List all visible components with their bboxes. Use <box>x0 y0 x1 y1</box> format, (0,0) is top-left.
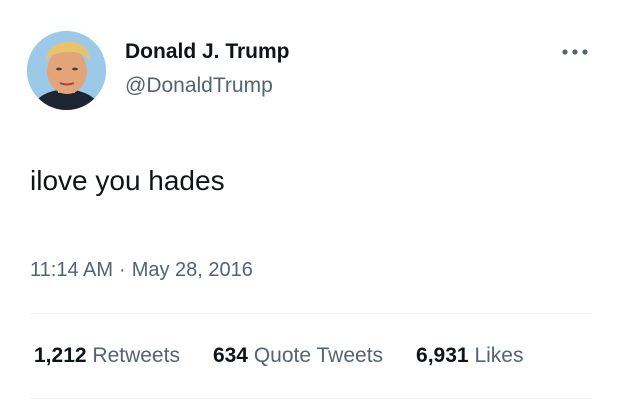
likes-count: 6,931 <box>416 344 469 367</box>
tweet-time: 11:14 AM <box>30 259 114 281</box>
meta-separator: · <box>119 259 126 281</box>
author-display-name[interactable]: Donald J. Trump <box>125 40 290 64</box>
retweets-label: Retweets <box>92 344 180 367</box>
tweet-date: May 28, 2016 <box>131 259 253 281</box>
divider <box>30 398 592 399</box>
likes-label: Likes <box>474 344 524 367</box>
tweet-text: ilove you hades <box>30 165 225 196</box>
quote-tweets-count: 634 <box>212 344 248 367</box>
tweet-card: Donald J. Trump @DonaldTrump ilove you h… <box>0 0 619 403</box>
profile-photo-image <box>27 31 106 110</box>
tweet-timestamp[interactable]: 11:14 AM · May 28, 2016 <box>30 259 253 282</box>
likes-stat[interactable]: 6,931 Likes <box>416 344 523 368</box>
divider <box>30 313 592 314</box>
author-handle[interactable]: @DonaldTrump <box>125 74 273 98</box>
engagement-stats: 1,212 Retweets 634 Quote Tweets 6,931 Li… <box>34 344 523 368</box>
more-options-button[interactable] <box>558 42 592 62</box>
retweets-stat[interactable]: 1,212 Retweets <box>34 344 180 368</box>
retweets-count: 1,212 <box>34 344 87 367</box>
quote-tweets-stat[interactable]: 634 Quote Tweets <box>213 344 383 368</box>
more-horizontal-icon <box>562 49 588 55</box>
quote-tweets-label: Quote Tweets <box>253 344 384 367</box>
avatar[interactable] <box>27 31 106 110</box>
